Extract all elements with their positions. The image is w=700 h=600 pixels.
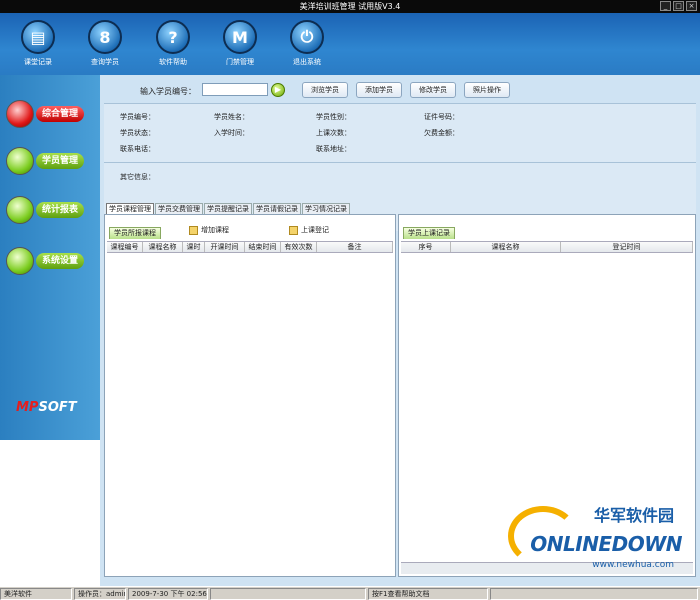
column-header[interactable]: 开课时间 [205,242,245,252]
window-titlebar: 美洋培训班管理 试用版V3.4 _ □ × [0,0,700,13]
tab-enrolled-courses[interactable]: 学员所报课程 [109,227,161,239]
add-student-button[interactable]: 添加学员 [356,82,402,98]
tab-study-record[interactable]: 学习情况记录 [302,203,350,214]
attend-register-button[interactable]: 上课登记 [289,225,329,235]
window-controls: _ □ × [660,1,697,11]
nav-general-management[interactable]: 综合管理 [6,100,90,128]
column-header[interactable]: 课时 [183,242,205,252]
status-help: 按F1查看帮助文档 [368,588,488,600]
owed-label: 欠费金额： [424,129,459,137]
column-header[interactable]: 课程编号 [107,242,143,252]
course-grid-header: 课程编号 课程名称 课时 开课时间 结束时间 有效次数 备注 [107,241,393,253]
tab-reminder-record[interactable]: 学员提醒记录 [204,203,252,214]
sidebar-blank [0,440,100,586]
attend-label: 上课登记 [301,226,329,234]
nav-label: 系统设置 [36,253,85,269]
person-icon: 8 [88,20,122,54]
sidebar: 综合管理 学员管理 统计报表 系统设置 MPSOFT [0,75,100,440]
toolbar-help[interactable]: ? 软件帮助 [148,20,198,67]
watermark-en: ONLINEDOWN [530,532,682,556]
toolbar-query-student[interactable]: 8 查询学员 [80,20,130,67]
close-button[interactable]: × [686,1,697,11]
student-no-input[interactable] [202,83,268,96]
search-label: 输入学员编号： [140,87,196,96]
course-panel: 学员所报课程 增加课程 上课登记 课程编号 课程名称 课时 开课时间 结束时间 … [104,214,396,577]
nav-system-settings[interactable]: 系统设置 [6,247,90,275]
pencil-icon [289,225,298,235]
watermark-cn: 华军软件园 [593,506,674,525]
column-header[interactable]: 有效次数 [281,242,317,252]
nav-label: 学员管理 [36,153,85,169]
tab-strip: 学员课程管理 学员交费管理 学员提醒记录 学员请假记录 学习情况记录 [106,203,351,214]
course-grid-body[interactable] [107,253,393,574]
add-course-label: 增加课程 [201,226,229,234]
column-header[interactable]: 结束时间 [245,242,281,252]
nav-label: 统计报表 [36,202,85,218]
status-label: 学员状态： [120,129,155,137]
address-label: 联系地址： [316,145,351,153]
window-title: 美洋培训班管理 试用版V3.4 [299,2,401,11]
search-bar: 输入学员编号： ▶ 浏览学员 添加学员 修改学员 照片操作 [104,79,696,101]
gender-label: 学员性别： [316,113,351,121]
mpsoft-logo: MPSOFT [16,400,77,415]
green-ball-icon [6,147,34,175]
status-operator: 操作员：admin [74,588,126,600]
toolbar-label: 门禁管理 [226,58,254,66]
phone-label: 联系电话： [120,145,155,153]
tab-leave-record[interactable]: 学员请假记录 [253,203,301,214]
status-datetime: 2009-7-30 下午 02:56:1 [128,588,208,600]
toolbar-label: 查询学员 [91,58,119,66]
divider [104,162,696,163]
power-icon: ⏻ [290,20,324,54]
enroll-time-label: 入学时间： [214,129,249,137]
red-ball-icon [6,100,34,128]
photo-button[interactable]: 照片操作 [464,82,510,98]
status-bar: 美洋软件 操作员：admin 2009-7-30 下午 02:56:1 按F1查… [0,586,700,600]
column-header[interactable]: 序号 [401,242,451,252]
nav-student-management[interactable]: 学员管理 [6,147,90,175]
status-company: 美洋软件 [0,588,72,600]
column-header[interactable]: 课程名称 [451,242,561,252]
column-header[interactable]: 备注 [317,242,393,252]
browse-student-button[interactable]: 浏览学员 [302,82,348,98]
nav-label: 综合管理 [36,106,85,122]
green-ball-icon [6,196,34,224]
notebook-icon: ▤ [21,20,55,54]
watermark: 华军软件园 ONLINEDOWN www.newhua.com [504,498,694,586]
tab-attendance-record[interactable]: 学员上课记录 [403,227,455,239]
column-header[interactable]: 课程名称 [143,242,183,252]
toolbar-class-record[interactable]: ▤ 课堂记录 [13,20,63,67]
attendance-grid-header: 序号 课程名称 登记时间 [401,241,693,253]
tab-payment-management[interactable]: 学员交费管理 [155,203,203,214]
gate-icon: M [223,20,257,54]
toolbar-label: 课堂记录 [24,58,52,66]
class-count-label: 上课次数： [316,129,351,137]
main-toolbar: ▤ 课堂记录 8 查询学员 ? 软件帮助 M 门禁管理 ⏻ 退出系统 [0,13,700,75]
status-empty [210,588,366,600]
toolbar-label: 软件帮助 [159,58,187,66]
help-icon: ? [156,20,190,54]
watermark-url: www.newhua.com [592,560,674,570]
toolbar-label: 退出系统 [293,58,321,66]
id-no-label: 证件号码： [424,113,459,121]
toolbar-access-control[interactable]: M 门禁管理 [215,20,265,67]
nav-statistics-report[interactable]: 统计报表 [6,196,90,224]
go-button[interactable]: ▶ [271,83,285,97]
maximize-button[interactable]: □ [673,1,684,11]
status-empty [490,588,698,600]
add-document-icon [189,225,198,235]
green-ball-icon [6,247,34,275]
toolbar-exit[interactable]: ⏻ 退出系统 [282,20,332,67]
edit-student-button[interactable]: 修改学员 [410,82,456,98]
other-info-label: 其它信息： [120,173,155,181]
student-no-label: 学员编号： [120,113,155,121]
student-name-label: 学员姓名： [214,113,249,121]
tab-course-management[interactable]: 学员课程管理 [106,203,154,214]
column-header[interactable]: 登记时间 [561,242,693,252]
add-course-button[interactable]: 增加课程 [189,225,229,235]
minimize-button[interactable]: _ [660,1,671,11]
